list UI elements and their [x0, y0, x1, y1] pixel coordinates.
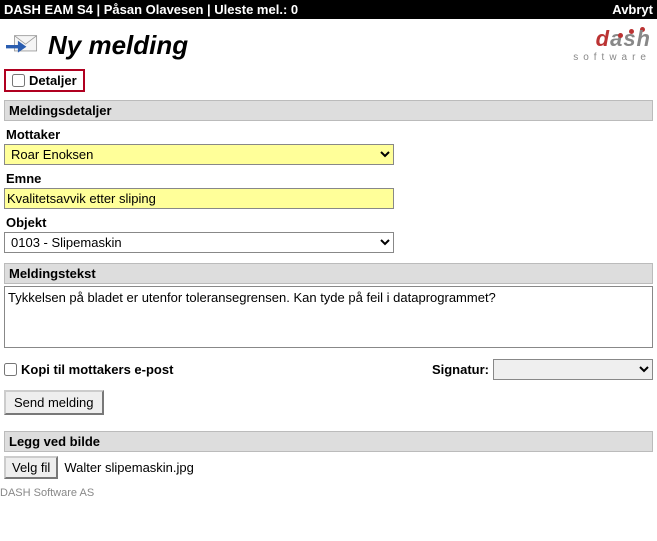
footer-text: DASH Software AS [0, 485, 657, 505]
details-toggle[interactable]: Detaljer [4, 69, 85, 92]
subject-label: Emne [4, 171, 653, 186]
object-select[interactable]: 0103 - Slipemaskin [4, 232, 394, 253]
signature-select[interactable] [493, 359, 653, 380]
copy-email-checkbox[interactable] [4, 363, 17, 376]
page-title: Ny melding [48, 30, 188, 61]
message-body-textarea[interactable]: Tykkelsen på bladet er utenfor toleranse… [4, 286, 653, 348]
subject-input[interactable] [4, 188, 394, 209]
details-checkbox[interactable] [12, 74, 25, 87]
attachment-filename: Walter slipemaskin.jpg [64, 460, 194, 475]
send-button[interactable]: Send melding [4, 390, 104, 415]
page-header: Ny melding dash software [0, 19, 657, 69]
cancel-button[interactable]: Avbryt [612, 2, 653, 17]
recipient-label: Mottaker [4, 127, 653, 142]
envelope-arrow-icon [6, 32, 40, 58]
signature-label: Signatur: [432, 362, 489, 377]
section-message-text: Meldingstekst [4, 263, 653, 284]
top-bar: DASH EAM S4 | Påsan Olavesen | Uleste me… [0, 0, 657, 19]
object-label: Objekt [4, 215, 653, 230]
section-attach-image: Legg ved bilde [4, 431, 653, 452]
dash-logo: dash software [573, 27, 651, 63]
recipient-select[interactable]: Roar Enoksen [4, 144, 394, 165]
section-message-details: Meldingsdetaljer [4, 100, 653, 121]
choose-file-button[interactable]: Velg fil [4, 456, 58, 479]
copy-email-label: Kopi til mottakers e-post [21, 362, 173, 377]
topbar-title: DASH EAM S4 | Påsan Olavesen | Uleste me… [4, 2, 298, 17]
details-label: Detaljer [29, 73, 77, 88]
